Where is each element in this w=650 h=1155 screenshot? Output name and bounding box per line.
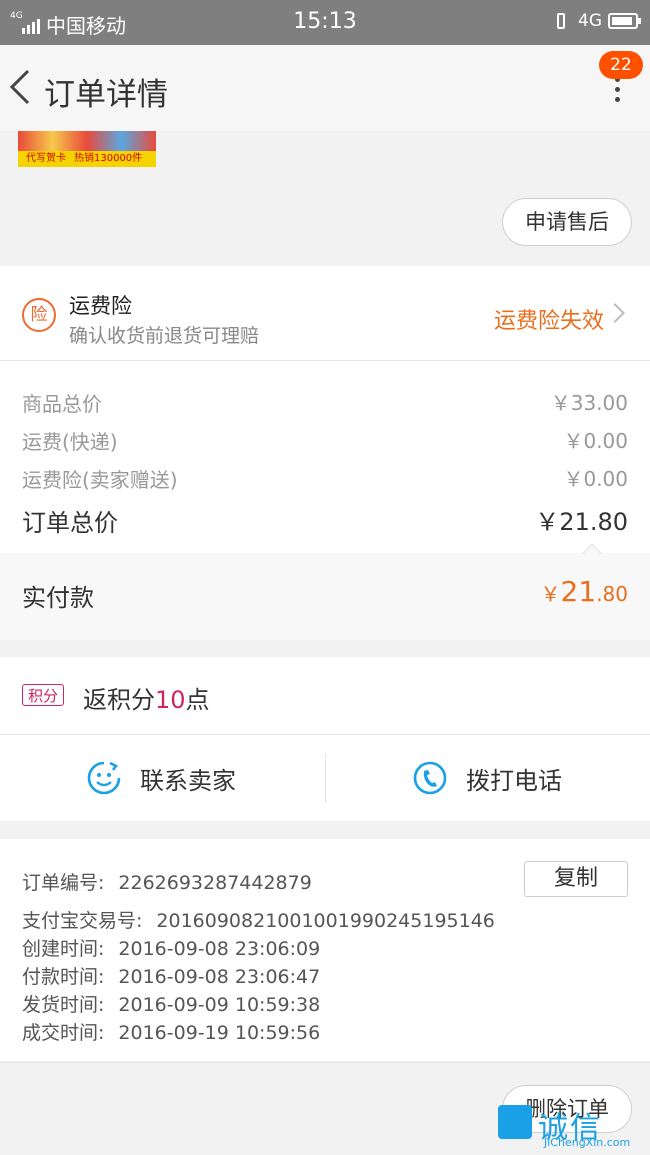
divider	[0, 360, 650, 361]
points-text: 返积分10点	[83, 680, 210, 715]
points-suffix: 点	[185, 686, 210, 714]
points-prefix: 返积分	[83, 686, 155, 714]
order-number-value: 2262693287442879	[118, 872, 312, 894]
paid-time-row: 付款时间: 2016-09-08 23:06:47	[22, 962, 320, 989]
paid-time-value: 2016-09-08 23:06:47	[118, 966, 321, 988]
after-sale-button[interactable]: 申请售后	[502, 198, 632, 246]
status-bar: 4G 中国移动 15:13 4G	[0, 0, 650, 45]
banner-right-text: 热销130000件	[74, 153, 143, 164]
order-number-row: 订单编号: 2262693287442879	[22, 868, 312, 895]
points-number: 10	[155, 686, 186, 714]
info-label: 支付宝交易号:	[22, 910, 143, 932]
info-label: 订单编号:	[22, 872, 105, 894]
paid-amount: ￥21.80	[541, 575, 628, 608]
insurance-icon: 险	[22, 298, 56, 332]
completed-time-value: 2016-09-19 10:59:56	[118, 1022, 321, 1044]
shipping-insurance-label: 运费险(卖家赠送)	[22, 468, 178, 492]
shipped-time-row: 发货时间: 2016-09-09 10:59:38	[22, 990, 320, 1017]
watermark-square-icon	[498, 1105, 532, 1139]
product-card: 代写贺卡 热销130000件 申请售后	[0, 131, 650, 265]
message-count-badge: 22	[599, 51, 643, 79]
alipay-trade-value: 2016090821001001990245195146	[156, 910, 495, 932]
paid-integer: 21	[560, 575, 597, 608]
info-label: 成交时间:	[22, 1022, 105, 1044]
contact-seller-button[interactable]: 联系卖家	[86, 735, 236, 821]
completed-time-row: 成交时间: 2016-09-19 10:59:56	[22, 1018, 320, 1045]
page-title: 订单详情	[44, 77, 168, 113]
paid-decimal: .80	[596, 582, 628, 606]
info-label: 发货时间:	[22, 994, 105, 1016]
order-total-label: 订单总价	[22, 509, 118, 537]
shipping-value: ￥0.00	[563, 429, 628, 453]
battery-icon	[608, 13, 641, 29]
watermark-en: JiChengXin.com	[544, 1136, 631, 1149]
contact-seller-label: 联系卖家	[140, 766, 236, 795]
order-total-value: ￥21.80	[535, 508, 628, 536]
goods-total-value: ￥33.00	[550, 391, 628, 415]
phone-icon	[413, 761, 447, 795]
alipay-trade-row: 支付宝交易号: 2016090821001001990245195146	[22, 906, 495, 933]
divider	[0, 1062, 650, 1063]
chat-face-icon	[87, 761, 121, 795]
paid-currency: ￥	[540, 582, 561, 606]
banner-left-text: 代写贺卡	[26, 153, 66, 164]
more-menu-icon[interactable]	[612, 77, 622, 113]
shipped-time-value: 2016-09-09 10:59:38	[118, 994, 321, 1016]
info-label: 创建时间:	[22, 938, 105, 960]
paid-label: 实付款	[22, 584, 94, 612]
insurance-subtitle: 确认收货前退货可理赔	[69, 325, 260, 347]
vertical-divider	[325, 753, 326, 803]
insurance-title: 运费险	[69, 294, 132, 318]
points-badge: 积分	[22, 684, 64, 706]
watermark-logo: 诚信 JiChengXin.com	[498, 1105, 638, 1149]
call-phone-label: 拨打电话	[466, 766, 562, 795]
product-banner: 代写贺卡 热销130000件	[18, 151, 156, 167]
insurance-status[interactable]: 运费险失效	[494, 303, 604, 335]
call-phone-button[interactable]: 拨打电话	[412, 735, 562, 821]
created-time-value: 2016-09-08 23:06:09	[118, 938, 321, 960]
vibrate-icon	[550, 12, 572, 30]
caret-up-icon	[580, 542, 604, 554]
info-label: 付款时间:	[22, 966, 105, 988]
network-type: 4G	[578, 11, 602, 31]
goods-total-label: 商品总价	[22, 392, 102, 416]
nav-bar: 订单详情 22	[0, 45, 650, 131]
created-time-row: 创建时间: 2016-09-08 23:06:09	[22, 934, 320, 961]
back-arrow-icon[interactable]	[6, 67, 36, 107]
copy-button[interactable]: 复制	[524, 861, 628, 897]
product-thumbnail[interactable]: 代写贺卡 热销130000件	[18, 131, 156, 167]
shipping-insurance-value: ￥0.00	[563, 467, 628, 491]
shipping-label: 运费(快递)	[22, 430, 118, 454]
